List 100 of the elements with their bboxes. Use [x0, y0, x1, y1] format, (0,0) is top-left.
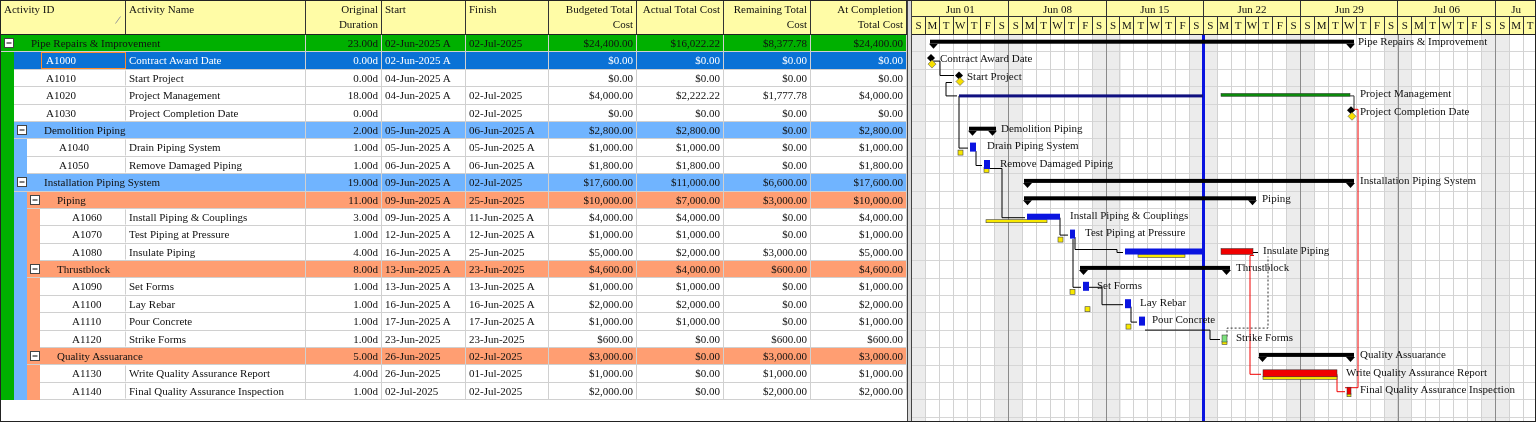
week-label: Jul 06	[1398, 1, 1496, 17]
table-cell: $0.00	[637, 52, 724, 69]
table-cell: $1,000.00	[724, 365, 811, 382]
table-cell: $1,000.00	[637, 313, 724, 330]
collapse-icon[interactable]	[4, 38, 14, 49]
collapse-icon[interactable]	[30, 351, 40, 362]
wbs-row[interactable]: Installation Piping System 19.00d 09-Jun-2025 A 02-Jul-2025 $17,600.00 $11,000.00 $6,600.00 $17,600.00	[14, 174, 907, 192]
table-cell: 05-Jun-2025 A	[382, 139, 466, 156]
table-cell: 11-Jun-2025 A	[466, 208, 549, 226]
table-row[interactable]: A1090 Set Forms 1.00d 13-Jun-2025 A 13-Jun-2025 A $1,000.00 $1,000.00 $0.00 $1,000.00	[40, 278, 907, 296]
day-label: F	[1176, 17, 1190, 34]
table-cell: 02-Jun-2025 A	[382, 52, 466, 69]
wbs-row[interactable]: Thrustblock 8.00d 13-Jun-2025 A 23-Jun-2025 $4,600.00 $4,000.00 $600.00 $4,600.00	[27, 261, 907, 279]
table-cell: 23-Jun-2025	[466, 330, 549, 348]
table-row[interactable]: A1040 Drain Piping System 1.00d 05-Jun-2025 A 05-Jun-2025 A $1,000.00 $1,000.00 $0.00 $1,000.00	[27, 139, 907, 157]
column-header[interactable]: Start	[382, 1, 466, 34]
table-row[interactable]: A1130 Write Quality Assurance Report 4.00d 26-Jun-2025 01-Jul-2025 $1,000.00 $0.00 $1,000.00 $1,000.00	[40, 365, 907, 383]
table-cell: $1,000.00	[811, 278, 907, 295]
table-cell: 19.00d	[306, 174, 382, 191]
table-cell: $4,000.00	[637, 208, 724, 226]
wbs-row[interactable]: Quality Assuarance 5.00d 26-Jun-2025 02-Jul-2025 $3,000.00 $0.00 $3,000.00 $3,000.00	[27, 348, 907, 366]
wbs-band	[27, 365, 40, 383]
table-cell: $1,800.00	[637, 156, 724, 174]
column-header[interactable]: Actual Total Cost	[637, 1, 724, 34]
table-cell: 12-Jun-2025 A	[466, 226, 549, 243]
table-cell: $2,000.00	[549, 295, 637, 313]
table-cell: $3,000.00	[549, 348, 637, 365]
bar-label: Install Piping & Couplings	[1070, 208, 1189, 223]
baseline-marker	[983, 167, 990, 173]
day-label: F	[1370, 17, 1385, 34]
table-row[interactable]: A1070 Test Piping at Pressure 1.00d 12-Jun-2025 A 12-Jun-2025 A $1,000.00 $1,000.00 $0.00 $1,000.00	[40, 226, 907, 244]
day-label: M	[925, 17, 940, 34]
column-header[interactable]: At Completion Total Cost	[811, 1, 907, 34]
table-cell: 23.00d	[306, 35, 382, 52]
table-cell: $1,000.00	[549, 226, 637, 243]
table-cell: $3,000.00	[811, 348, 907, 365]
wbs-band	[27, 278, 40, 296]
table-row[interactable]: A1110 Pour Concrete 1.00d 17-Jun-2025 A 17-Jun-2025 A $1,000.00 $1,000.00 $0.00 $1,000.00	[40, 313, 907, 331]
table-cell: $1,000.00	[811, 139, 907, 156]
bar-label: Project Management	[1360, 86, 1452, 102]
table-cell: $1,000.00	[811, 226, 907, 243]
day-label: W	[953, 17, 968, 34]
table-cell: 02-Jul-2025	[466, 87, 549, 104]
table-cell: A1120	[67, 330, 126, 348]
table-cell: $3,000.00	[724, 191, 811, 208]
table-cell: $1,800.00	[549, 156, 637, 174]
table-cell: 17-Jun-2025 A	[466, 313, 549, 330]
column-header[interactable]: Remaining Total Cost	[724, 1, 811, 34]
collapse-icon[interactable]	[30, 194, 40, 205]
table-cell: $4,000.00	[549, 208, 637, 226]
collapse-icon[interactable]	[17, 125, 27, 136]
table-cell: Project Completion Date	[126, 104, 306, 121]
table-cell: $0.00	[811, 69, 907, 87]
table-cell: $0.00	[724, 156, 811, 174]
actual-bar	[984, 160, 990, 169]
column-header[interactable]: Activity Name	[126, 1, 306, 34]
table-cell: 13-Jun-2025 A	[382, 261, 466, 278]
table-cell: 1.00d	[306, 313, 382, 330]
baseline-marker	[1125, 323, 1132, 330]
actual-bar	[1125, 299, 1131, 309]
week-label: Jun 15	[1106, 1, 1204, 17]
table-cell: Strike Forms	[126, 330, 306, 348]
table-cell: 06-Jun-2025 A	[466, 121, 549, 139]
column-header[interactable]: Finish	[466, 1, 549, 34]
table-cell: 5.00d	[306, 348, 382, 365]
table-cell: 09-Jun-2025 A	[382, 208, 466, 226]
table-cell: $0.00	[637, 330, 724, 348]
table-row[interactable]: A1020 Project Management 18.00d 04-Jun-2025 A 02-Jul-2025 $4,000.00 $2,222.22 $1,777.78 $4,000.00	[14, 87, 907, 105]
table-row[interactable]: A1000 Contract Award Date 0.00d 02-Jun-2025 A $0.00 $0.00 $0.00 $0.00	[14, 52, 907, 70]
day-label: F	[1078, 17, 1093, 34]
table-cell: 05-Jun-2025 A	[382, 121, 466, 139]
day-label: W	[1245, 17, 1260, 34]
table-cell: $2,800.00	[811, 121, 907, 139]
table-cell: $0.00	[811, 104, 907, 121]
table-cell: $2,000.00	[811, 382, 907, 400]
table-cell: 1.00d	[306, 156, 382, 174]
day-label: T	[967, 17, 982, 34]
table-cell: $1,000.00	[637, 226, 724, 243]
table-cell: $7,000.00	[637, 191, 724, 208]
table-cell: A1060	[67, 208, 126, 226]
table-cell: 06-Jun-2025 A	[382, 156, 466, 174]
column-header[interactable]: Budgeted Total Cost	[549, 1, 637, 34]
bar-label: Demolition Piping	[1001, 121, 1083, 136]
collapse-icon[interactable]	[30, 264, 40, 275]
table-cell: 09-Jun-2025 A	[382, 191, 466, 208]
collapse-icon[interactable]	[17, 177, 27, 188]
column-header[interactable]: Original Duration	[306, 1, 382, 34]
bar-label: Thrustblock	[1236, 260, 1290, 276]
table-cell: A1030	[41, 104, 126, 121]
table-cell: 23-Jun-2025	[382, 330, 466, 348]
table-cell: Demolition Piping	[41, 121, 306, 139]
baseline-marker	[1057, 236, 1064, 243]
table-cell: 1.00d	[306, 295, 382, 313]
table-cell: Final Quality Assurance Inspection	[126, 382, 306, 400]
table-cell: Write Quality Assurance Report	[126, 365, 306, 382]
column-header[interactable]: Activity ID	[1, 1, 126, 34]
bar-label: Drain Piping System	[987, 138, 1079, 154]
day-label: T	[1134, 17, 1149, 34]
wbs-row[interactable]: Pipe Repairs & Improvement 23.00d 02-Jun-2025 A 02-Jul-2025 $24,400.00 $16,022.22 $8,377.78 $24,400.00	[1, 35, 907, 53]
table-cell: $2,800.00	[549, 121, 637, 139]
